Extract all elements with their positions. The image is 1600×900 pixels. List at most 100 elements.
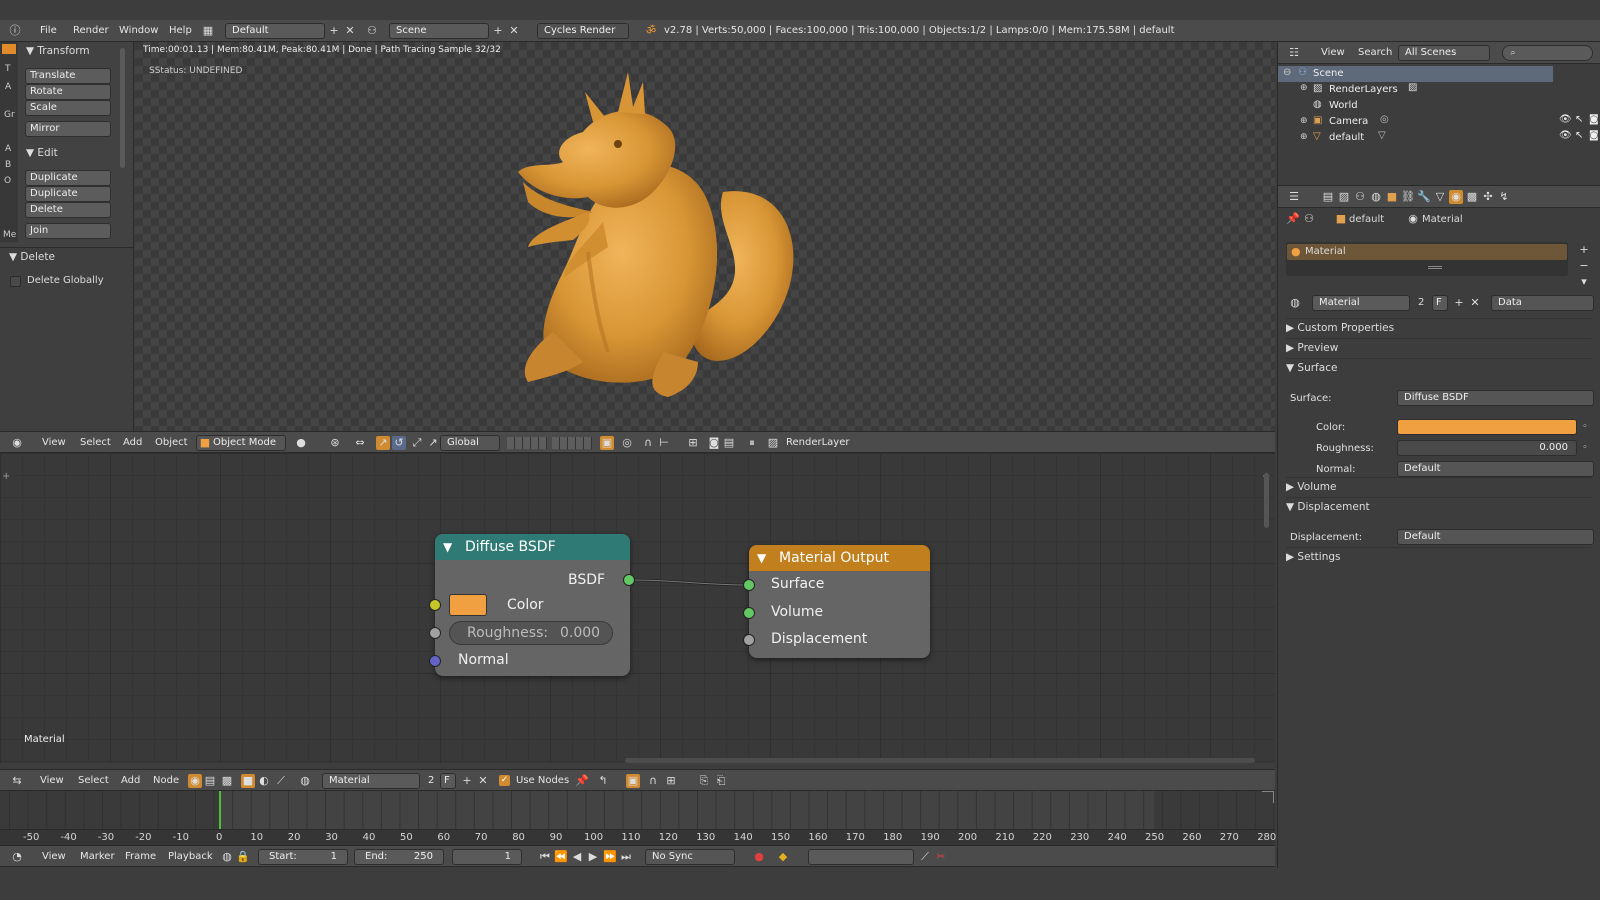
outliner-item-renderlayers[interactable]: RenderLayers	[1329, 82, 1398, 98]
delete-globally-checkbox[interactable]	[10, 276, 21, 287]
particles-tab-icon[interactable]: ✣	[1481, 190, 1495, 204]
material-browse-button-icon[interactable]: ◍	[1288, 296, 1302, 310]
jump-end-icon[interactable]: ⏭	[619, 850, 633, 864]
physics-tab-icon[interactable]: ↯	[1497, 190, 1511, 204]
node-editor-type-icon[interactable]: ⇆	[10, 774, 24, 788]
view3d-menu-view[interactable]: View	[42, 433, 66, 453]
mirror-button[interactable]: Mirror	[25, 121, 111, 137]
surface-shader-select[interactable]: Diffuse BSDF	[1397, 390, 1594, 406]
node-menu-add[interactable]: Add	[121, 771, 140, 791]
material-fake-user-toggle[interactable]: F	[1432, 295, 1448, 311]
material-output-node[interactable]: ▼ Material Output Surface Volume Displac…	[743, 545, 930, 658]
use-nodes-checkbox[interactable]: ✓	[499, 775, 510, 786]
view3d-menu-object[interactable]: Object	[155, 433, 188, 453]
volume-input-socket[interactable]	[743, 607, 755, 619]
slot-list-resize-handle[interactable]	[1428, 266, 1442, 269]
view3d-menu-select[interactable]: Select	[80, 433, 111, 453]
custom-properties-panel-header[interactable]: ▶ Custom Properties	[1286, 318, 1591, 336]
layer-buttons[interactable]	[507, 437, 547, 449]
outliner-expand-default-icon[interactable]: ⊕	[1300, 132, 1308, 142]
diffuse-color-swatch[interactable]	[449, 594, 487, 616]
delete-keyframe-icon[interactable]: ✂	[934, 850, 948, 864]
outliner-item-scene[interactable]: Scene	[1313, 66, 1344, 82]
menu-render[interactable]: Render	[73, 21, 109, 41]
screen-layout-field[interactable]: Default	[225, 23, 325, 39]
material-slot-row[interactable]: ● Material	[1287, 244, 1567, 260]
roughness-slider[interactable]: Roughness: 0.000	[449, 621, 613, 645]
edit-panel-header[interactable]: ▼ Edit	[26, 144, 58, 162]
delete-button[interactable]: Delete	[25, 202, 111, 218]
camera-select-cursor-icon[interactable]: ↖	[1575, 114, 1583, 125]
pause-render-icon[interactable]: ⏸	[745, 436, 759, 450]
remove-layout-icon[interactable]: ✕	[343, 24, 357, 38]
default-visibility-eye-icon[interactable]: 👁	[1559, 130, 1572, 141]
camera-visibility-eye-icon[interactable]: 👁	[1559, 114, 1572, 125]
remove-scene-icon[interactable]: ✕	[507, 24, 521, 38]
object-shader-icon[interactable]: ■	[241, 774, 255, 788]
node-menu-node[interactable]: Node	[153, 771, 179, 791]
camera-render-icon[interactable]: ◙	[707, 436, 721, 450]
preview-range-icon[interactable]: ◍	[220, 850, 234, 864]
delete-operator-header[interactable]: ▼ Delete	[9, 248, 55, 266]
viewport-shading-icon[interactable]: ●	[294, 436, 308, 450]
world-tab-icon[interactable]: ◍	[1369, 190, 1383, 204]
material-name-field[interactable]: Material	[1312, 295, 1410, 311]
parent-tree-icon[interactable]: ↰	[596, 774, 610, 788]
tab-a2[interactable]: A	[5, 144, 11, 154]
rotate-button[interactable]: Rotate	[25, 84, 111, 100]
surface-panel-header[interactable]: ▼ Surface	[1286, 358, 1591, 376]
end-frame-field[interactable]: End: 250	[354, 849, 444, 865]
texture-tab-icon[interactable]: ▩	[1465, 190, 1479, 204]
snap-element-icon[interactable]: ⊢	[657, 436, 671, 450]
scene-field[interactable]: Scene	[389, 23, 489, 39]
view3d-menu-add[interactable]: Add	[123, 433, 142, 453]
join-button[interactable]: Join	[25, 223, 111, 239]
color-input-socket[interactable]	[429, 599, 441, 611]
render-engine-select[interactable]: Cycles Render	[537, 23, 629, 39]
world-shader-icon[interactable]: ◐	[257, 774, 271, 788]
transform-arrow-icon[interactable]: ↗	[426, 436, 440, 450]
texture-tree-icon[interactable]: ▩	[220, 774, 234, 788]
diffuse-bsdf-node[interactable]: ▼ Diffuse BSDF BSDF Color Roughness: 0.0…	[429, 534, 635, 676]
scale-manipulator-icon[interactable]: ⤢	[410, 436, 424, 450]
object-tab-icon[interactable]: ■	[1385, 190, 1399, 204]
unlink-material-icon[interactable]: ✕	[1468, 296, 1482, 310]
compositor-tree-icon[interactable]: ▤	[203, 774, 217, 788]
current-frame-field[interactable]: 1	[452, 849, 522, 865]
outliner-expand-scene-icon[interactable]: ⊖	[1283, 67, 1291, 78]
copy-node-icon[interactable]: ⎘	[697, 774, 711, 788]
insert-keyframe-icon[interactable]: ⟋	[918, 850, 932, 864]
scene-tab-icon[interactable]: ⚇	[1353, 190, 1367, 204]
proportional-edit-icon[interactable]: ◎	[620, 436, 634, 450]
displacement-panel-header[interactable]: ▼ Displacement	[1286, 497, 1591, 515]
normal-prop-select[interactable]: Default	[1397, 461, 1594, 477]
displacement-prop-select[interactable]: Default	[1397, 529, 1594, 545]
timeline-menu-marker[interactable]: Marker	[80, 847, 115, 867]
start-frame-field[interactable]: Start: 1	[258, 849, 348, 865]
add-layout-icon[interactable]: +	[327, 24, 341, 38]
timeline-menu-view[interactable]: View	[42, 847, 66, 867]
outliner-item-default[interactable]: default	[1329, 130, 1364, 146]
rotate-manipulator-icon[interactable]: ↺	[392, 436, 406, 450]
shader-tree-icon[interactable]: ◉	[188, 774, 202, 788]
outliner-expand-renderlayers-icon[interactable]: ⊕	[1300, 83, 1308, 93]
node-new-material-icon[interactable]: +	[460, 774, 474, 788]
pin-icon[interactable]: 📌	[575, 774, 589, 788]
opengl-render-icon[interactable]: ⊞	[686, 436, 700, 450]
material-link-select[interactable]: Data	[1491, 295, 1594, 311]
roughness-prop-slider[interactable]: 0.000	[1397, 440, 1577, 456]
normal-input-socket[interactable]	[429, 655, 441, 667]
jump-keyframe-forward-icon[interactable]: ⏩	[603, 850, 617, 864]
menu-help[interactable]: Help	[169, 21, 192, 41]
remove-slot-icon[interactable]: −	[1577, 259, 1591, 273]
current-frame-line[interactable]	[219, 791, 221, 829]
color-link-icon[interactable]: ◦	[1578, 420, 1592, 434]
outliner-item-world[interactable]: World	[1329, 98, 1358, 114]
anim-render-icon[interactable]: ▤	[722, 436, 736, 450]
modifiers-tab-icon[interactable]: 🔧	[1417, 190, 1431, 204]
backdrop-icon[interactable]: ▣	[626, 774, 640, 788]
new-material-icon[interactable]: +	[1452, 296, 1466, 310]
outliner-expand-camera-icon[interactable]: ⊕	[1300, 116, 1308, 126]
collapse-arrow-icon[interactable]: ▼	[443, 534, 452, 560]
tab-b[interactable]: B	[5, 160, 11, 170]
